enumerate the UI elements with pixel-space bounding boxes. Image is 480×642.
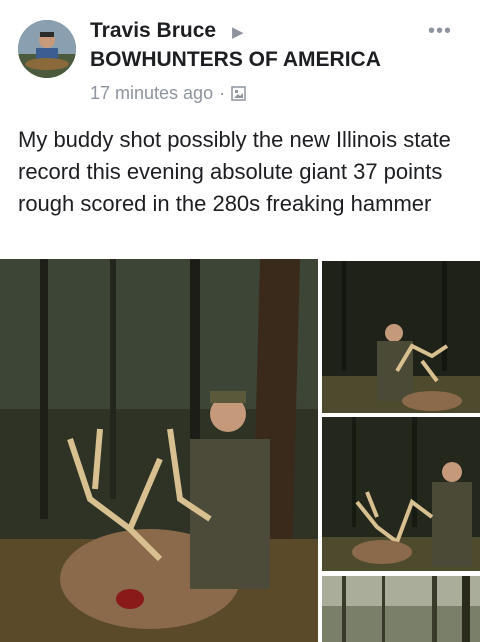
avatar[interactable]	[18, 20, 76, 78]
photo-2[interactable]	[322, 261, 480, 413]
post-meta: 17 minutes ago ·	[90, 83, 246, 104]
triangle-right-icon: ▶	[232, 24, 244, 41]
meta-separator: ·	[219, 83, 226, 103]
main-photo[interactable]	[0, 259, 318, 642]
timestamp[interactable]: 17 minutes ago	[90, 83, 213, 104]
author-name[interactable]: Travis Bruce	[90, 19, 216, 43]
post-text: My buddy shot possibly the new Illinois …	[18, 127, 451, 216]
group-name[interactable]: BOWHUNTERS OF AMERICA	[90, 48, 381, 72]
photo-grid	[0, 259, 480, 642]
photo-3[interactable]	[322, 417, 480, 571]
post-header: Travis Bruce ▶ BOWHUNTERS OF AMERICA 17 …	[0, 0, 480, 110]
image-icon	[231, 86, 246, 101]
more-options-icon[interactable]: •••	[428, 20, 452, 43]
photo-4[interactable]	[322, 576, 480, 642]
